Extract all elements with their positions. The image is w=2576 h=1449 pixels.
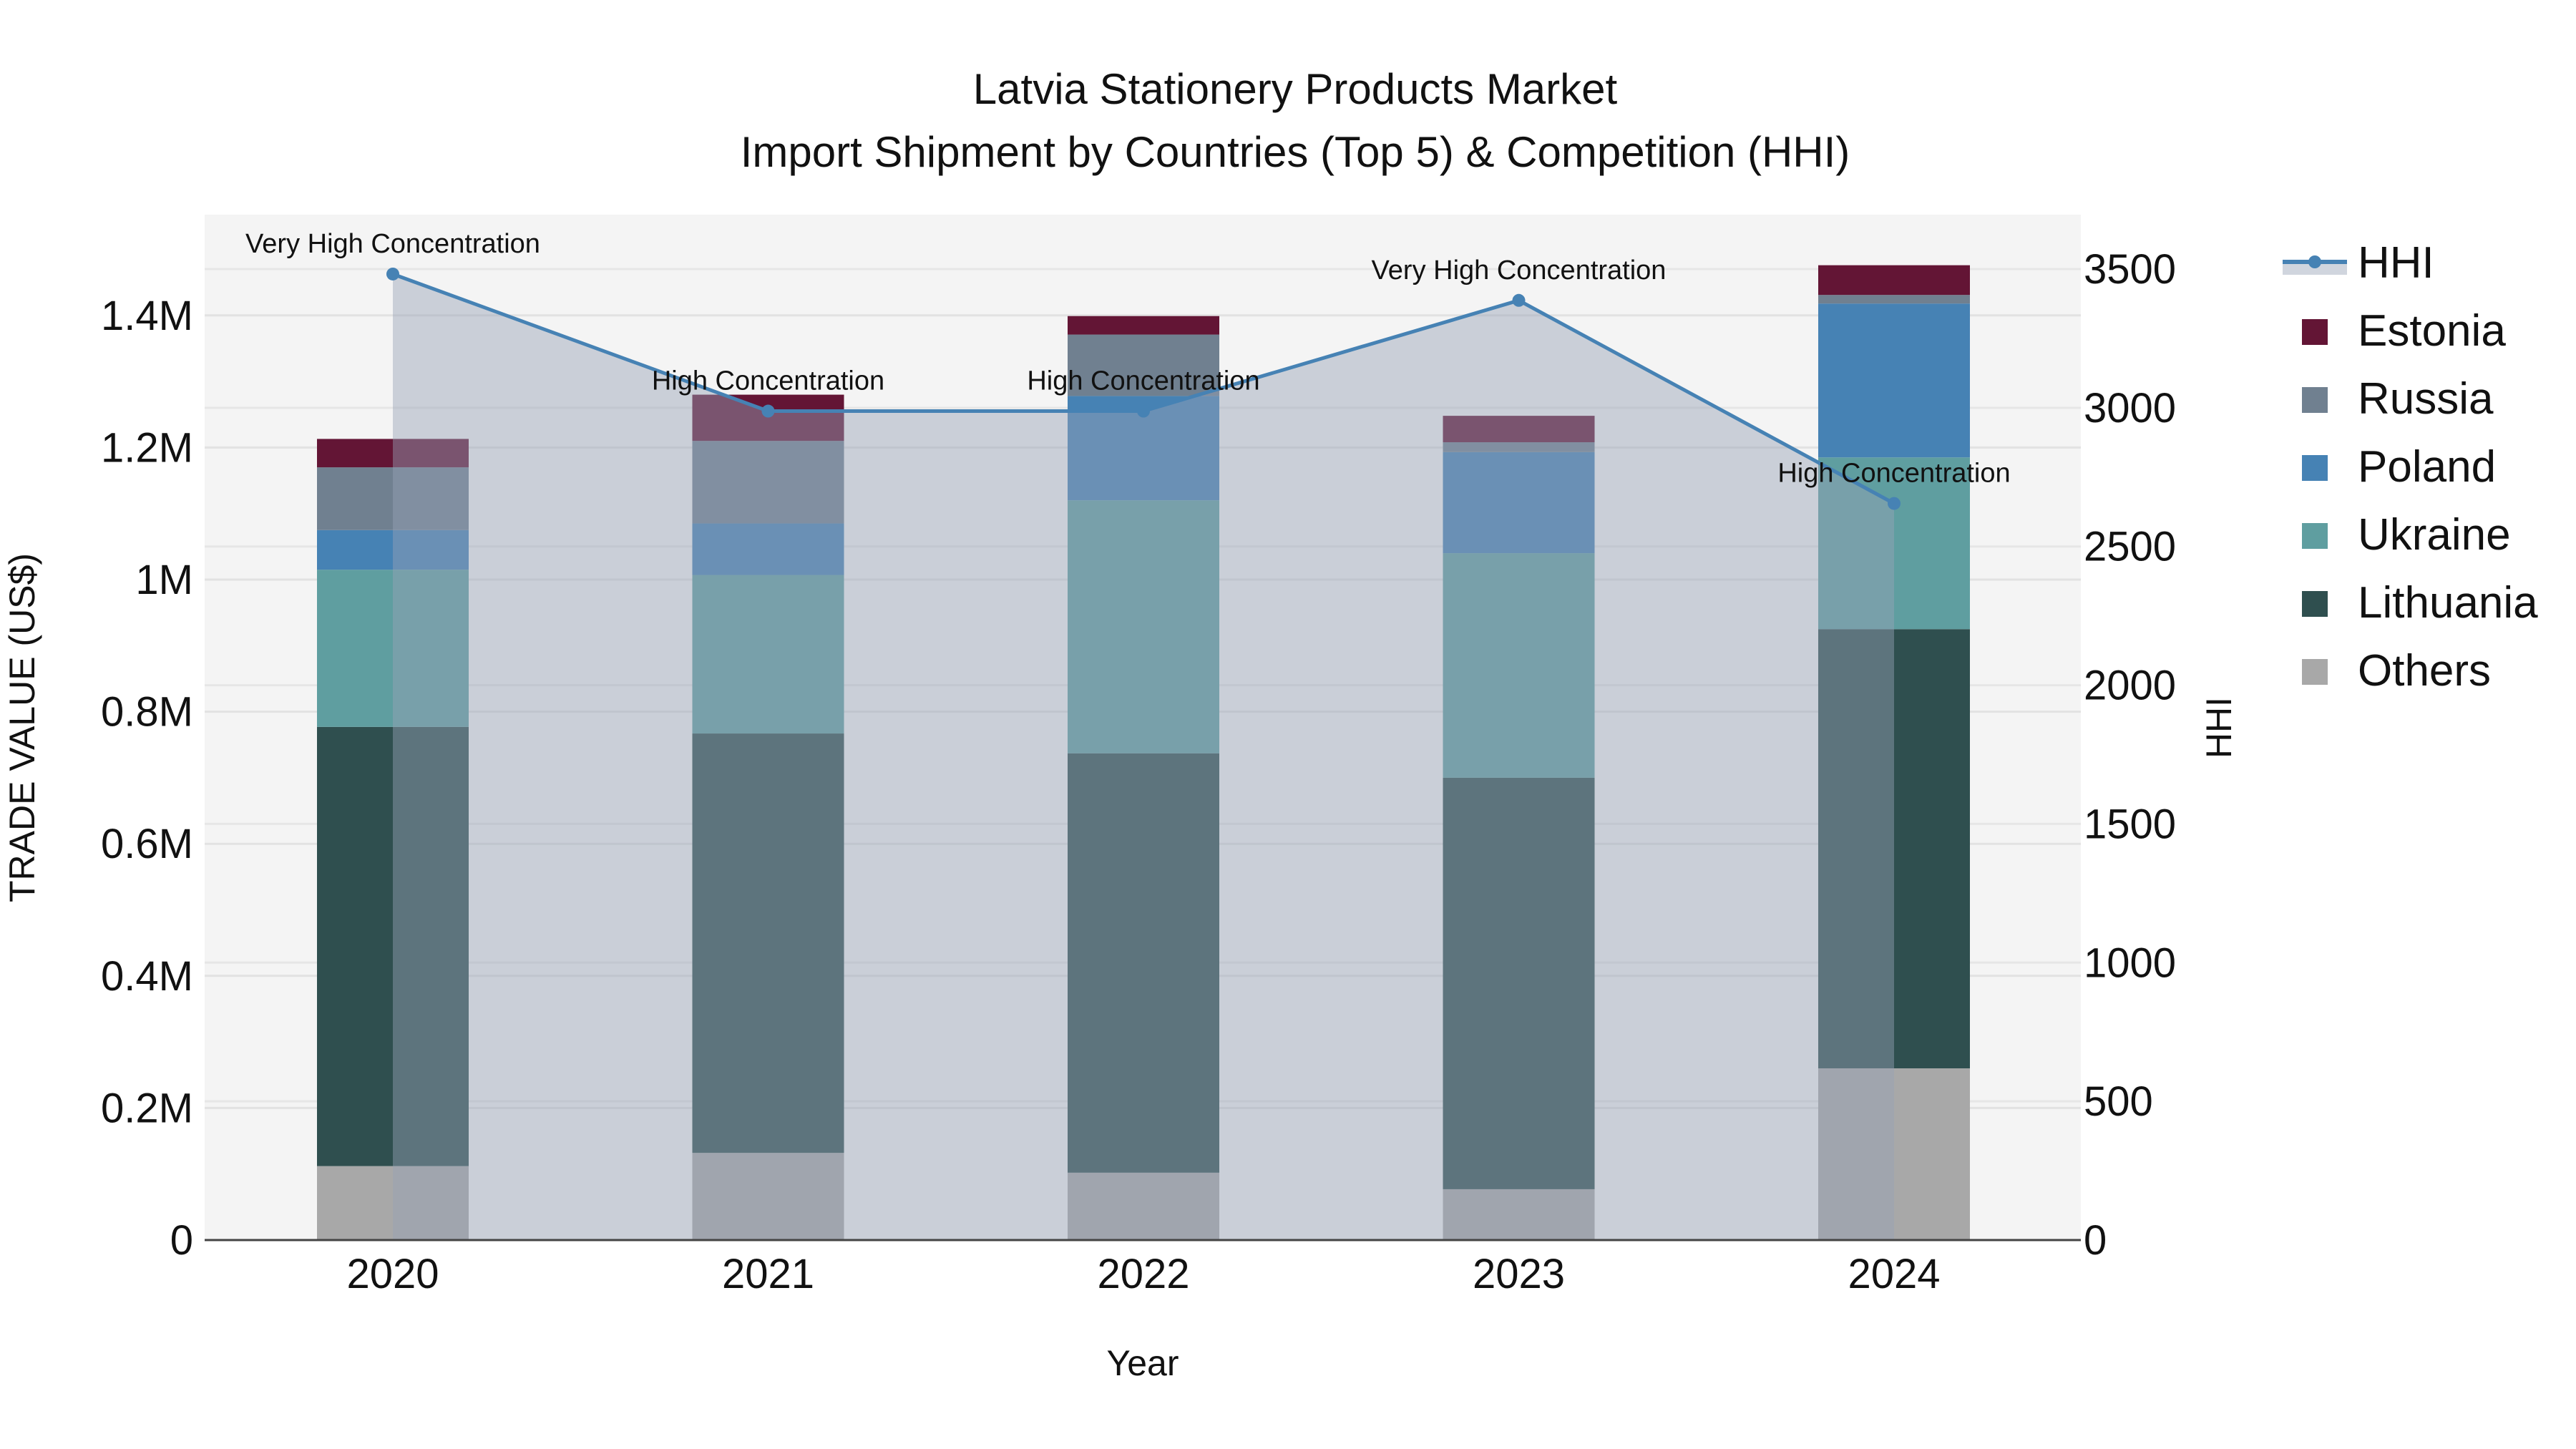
hhi-annotation: Very High Concentration <box>245 229 540 259</box>
legend-label-others: Others <box>2358 646 2491 696</box>
hhi-annotation: High Concentration <box>1027 366 1259 396</box>
y-axis-label: TRADE VALUE (US$) <box>2 553 42 902</box>
y2-tick-label: 500 <box>2084 1078 2153 1125</box>
y-tick-label: 0 <box>170 1217 193 1264</box>
y2-tick-label: 3500 <box>2084 246 2176 293</box>
y-tick-label: 0.2M <box>101 1085 193 1131</box>
hhi-annotation: High Concentration <box>652 366 884 396</box>
y2-tick-label: 3000 <box>2084 385 2176 431</box>
chart-subtitle: Import Shipment by Countries (Top 5) & C… <box>741 128 1850 176</box>
y-tick-label: 1M <box>135 557 193 603</box>
hhi-point-2023 <box>1512 293 1526 307</box>
bar-russia-2024 <box>1818 295 1970 304</box>
bar-estonia-2024 <box>1818 265 1970 296</box>
hhi-annotation: High Concentration <box>1777 459 2010 489</box>
chart-title: Latvia Stationery Products Market <box>973 65 1618 113</box>
legend-swatch-estonia <box>2302 319 2328 345</box>
bar-poland-2024 <box>1818 303 1970 458</box>
x-axis-label: Year <box>1106 1343 1179 1383</box>
y2-tick-label: 2500 <box>2084 524 2176 570</box>
hhi-point-2021 <box>761 404 775 418</box>
chart: Latvia Stationery Products Market Import… <box>0 0 2576 1449</box>
hhi-area <box>393 273 1894 1240</box>
hhi-point-2022 <box>1137 404 1150 418</box>
y2-tick-label: 1000 <box>2084 940 2176 986</box>
legend-label-lithuania: Lithuania <box>2358 578 2538 628</box>
x-tick-label: 2024 <box>1848 1251 1940 1297</box>
bar-estonia-2022 <box>1068 316 1219 335</box>
x-tick-label: 2022 <box>1097 1251 1189 1297</box>
y2-tick-label: 2000 <box>2084 663 2176 709</box>
legend-swatch-poland <box>2302 455 2328 481</box>
y-tick-label: 0.6M <box>101 821 193 867</box>
x-tick-label: 2023 <box>1473 1251 1565 1297</box>
legend-swatch-russia <box>2302 387 2328 413</box>
y-tick-label: 1.2M <box>101 424 193 471</box>
legend-hhi-marker-icon <box>2308 255 2321 268</box>
hhi-annotation: Very High Concentration <box>1372 255 1667 286</box>
legend-swatch-others <box>2302 659 2328 685</box>
legend-label-russia: Russia <box>2358 374 2494 424</box>
y2-axis-label: HHI <box>2199 697 2239 758</box>
y-tick-label: 0.4M <box>101 953 193 1000</box>
legend-label-ukraine: Ukraine <box>2358 510 2511 560</box>
hhi-point-2024 <box>1888 497 1901 510</box>
x-tick-label: 2020 <box>346 1251 439 1297</box>
legend-label-poland: Poland <box>2358 442 2496 492</box>
legend-swatch-ukraine <box>2302 523 2328 549</box>
y2-tick-label: 0 <box>2084 1217 2107 1264</box>
hhi-point-2020 <box>386 267 399 280</box>
y2-tick-label: 1500 <box>2084 801 2176 847</box>
x-tick-label: 2021 <box>722 1251 814 1297</box>
legend-label-estonia: Estonia <box>2358 306 2506 356</box>
legend-label-hhi: HHI <box>2358 238 2434 288</box>
y-tick-label: 1.4M <box>101 293 193 339</box>
legend-swatch-lithuania <box>2302 591 2328 617</box>
y-tick-label: 0.8M <box>101 689 193 736</box>
